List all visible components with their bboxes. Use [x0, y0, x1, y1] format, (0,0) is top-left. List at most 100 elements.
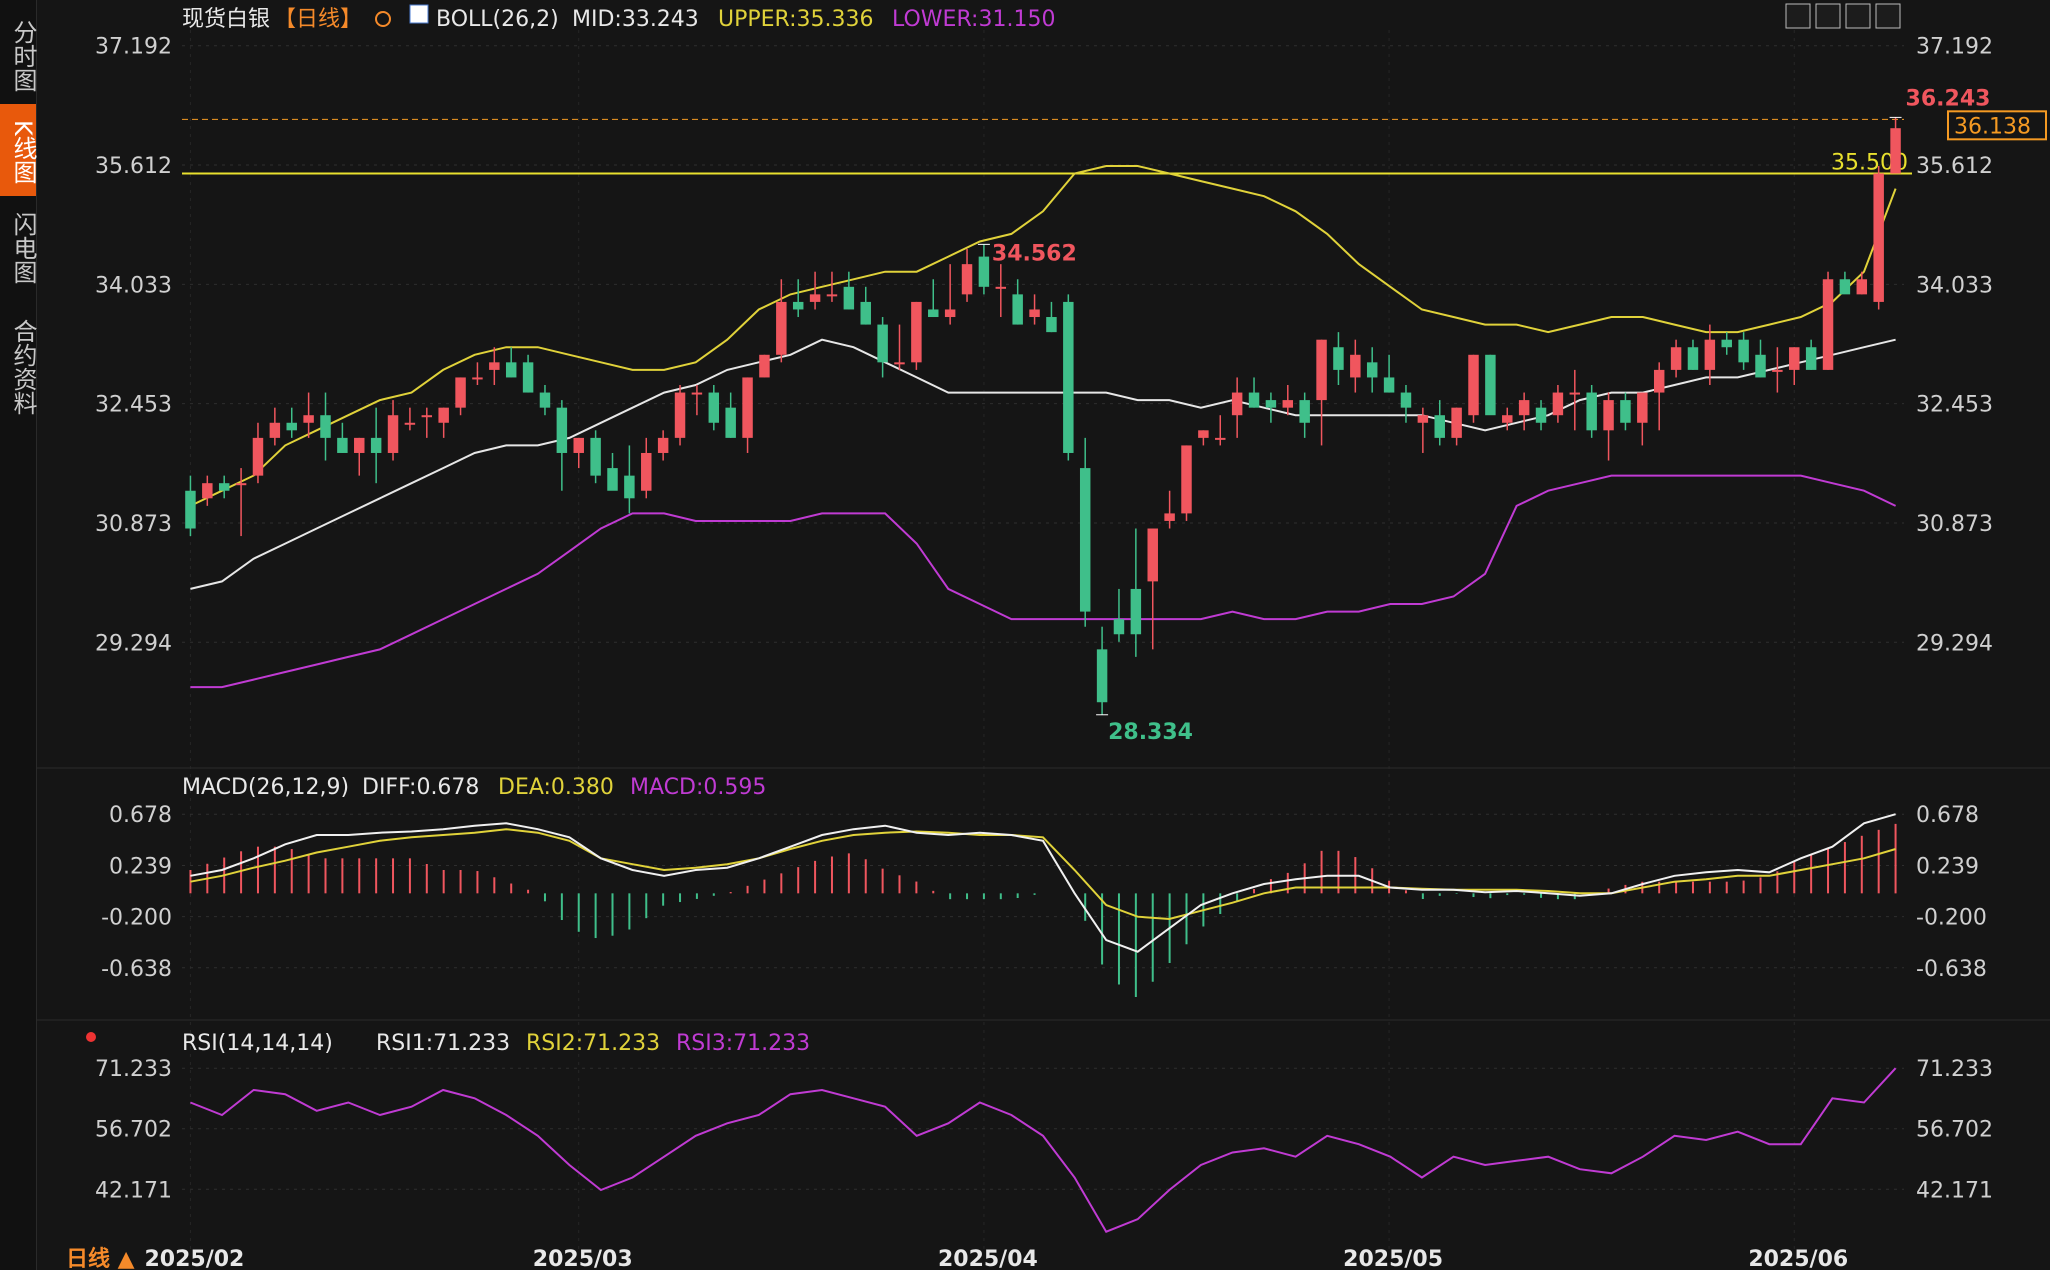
rsi-tick-left: 71.233: [95, 1057, 172, 1082]
candle: [1248, 392, 1260, 408]
grid-icon[interactable]: [1785, 3, 1811, 29]
candle: [1046, 317, 1057, 333]
candle: [286, 422, 297, 431]
y-tick-right: 30.873: [1916, 512, 1993, 537]
candle: [995, 286, 1007, 289]
candle: [1417, 415, 1429, 423]
boll-lower-line: [190, 474, 1897, 689]
candle: [1468, 354, 1479, 416]
candle: [218, 483, 230, 491]
candle: [776, 301, 787, 355]
bar-chart-icon[interactable]: [1815, 3, 1841, 29]
rsi-tick-right: 42.171: [1916, 1178, 1993, 1203]
rsi-settings-icon[interactable]: [86, 1032, 96, 1042]
macd-tick-left: -0.638: [101, 957, 172, 982]
candle: [1653, 369, 1665, 393]
sidebar-tab-1[interactable]: K线图: [0, 104, 37, 196]
candle: [978, 256, 990, 287]
candle: [438, 407, 449, 423]
macd-tick-left: 0.239: [109, 854, 172, 879]
y-tick-left: 32.453: [95, 393, 172, 418]
candle: [1299, 400, 1310, 423]
candle: [1873, 173, 1884, 302]
y-tick-left: 29.294: [95, 631, 172, 656]
candle: [792, 301, 804, 310]
candle: [624, 475, 635, 499]
candle: [1890, 128, 1901, 174]
y-tick-left: 35.612: [95, 154, 172, 179]
y-tick-right: 32.453: [1916, 393, 1993, 418]
macd-tick-right: 0.678: [1916, 803, 1979, 828]
candle: [674, 392, 686, 438]
candle: [1400, 392, 1412, 408]
macd-hist-label: MACD:0.595: [630, 775, 766, 800]
macd-dea-label: DEA:0.380: [498, 775, 614, 800]
candle: [911, 301, 922, 363]
candle: [1738, 339, 1749, 363]
rsi-title: RSI(14,14,14): [182, 1031, 333, 1056]
candle: [1839, 279, 1851, 295]
candle: [1231, 392, 1243, 416]
candle: [1198, 430, 1209, 438]
candle: [1518, 400, 1530, 416]
candle: [894, 362, 905, 365]
kline-chart[interactable]: 37.192 37.192 35.612 35.612 34.033 34.033 32.4…: [36, 0, 2050, 1270]
boll-upper-line: [189, 165, 1897, 507]
rsi-line: [190, 1067, 1897, 1233]
sidebar-tab-3[interactable]: 合约资料: [0, 300, 37, 430]
candle: [1451, 407, 1462, 438]
candle: [759, 354, 770, 378]
candle: [235, 483, 247, 486]
last-price-label: 36.138: [1954, 114, 2031, 139]
candle: [1383, 377, 1395, 393]
candle: [505, 362, 517, 378]
y-tick-left: 34.033: [95, 273, 172, 298]
candle: [843, 286, 855, 310]
candle: [944, 309, 956, 318]
candle: [252, 437, 264, 476]
candle: [1789, 347, 1800, 370]
candle: [337, 437, 348, 453]
boll-upper-label: UPPER:35.336: [718, 7, 874, 32]
boll-indicator-icon[interactable]: [409, 4, 429, 24]
line-chart-icon[interactable]: [1845, 3, 1871, 29]
high-annotation: 34.562: [992, 241, 1077, 266]
rsi-tick-right: 71.233: [1916, 1057, 1993, 1082]
candle: [708, 392, 720, 423]
y-tick-left: 30.873: [95, 512, 172, 537]
y-tick-right: 35.612: [1916, 154, 1993, 179]
candle: [539, 392, 551, 408]
candle: [185, 490, 196, 529]
candle: [1147, 528, 1158, 582]
candle: [725, 407, 736, 438]
rsi-tick-right: 56.702: [1916, 1118, 1993, 1143]
candle: [1704, 339, 1716, 370]
candle: [1434, 415, 1445, 438]
candle: [826, 294, 838, 297]
candle: [1164, 513, 1175, 521]
candle: [860, 301, 871, 325]
sidebar-tab-0[interactable]: 分时图: [0, 10, 37, 98]
rsi-tick-left: 42.171: [95, 1178, 172, 1203]
candle: [472, 377, 483, 380]
boll-label: BOLL(26,2): [436, 7, 559, 32]
settings-circle-icon[interactable]: [375, 11, 391, 27]
candle: [928, 309, 939, 318]
candle: [607, 468, 618, 491]
expand-icon[interactable]: [1875, 3, 1901, 29]
candle: [320, 415, 331, 438]
rsi1-label: RSI1:71.233: [376, 1031, 510, 1056]
x-axis-label: 2025/02: [144, 1247, 244, 1270]
macd-tick-right: 0.239: [1916, 854, 1979, 879]
candle: [1265, 400, 1277, 408]
candle: [691, 392, 703, 395]
sidebar-tab-2[interactable]: 闪电图: [0, 200, 37, 292]
period-label: 【日线】: [274, 7, 362, 32]
x-axis-label: 2025/06: [1748, 1247, 1848, 1270]
latest-high-annotation: 36.243: [1906, 86, 1991, 111]
candle: [1012, 294, 1023, 325]
footer-period-button: 日线 ▲: [66, 1246, 135, 1270]
candle: [1316, 339, 1327, 401]
candle: [1029, 309, 1040, 318]
candle: [1755, 354, 1766, 378]
